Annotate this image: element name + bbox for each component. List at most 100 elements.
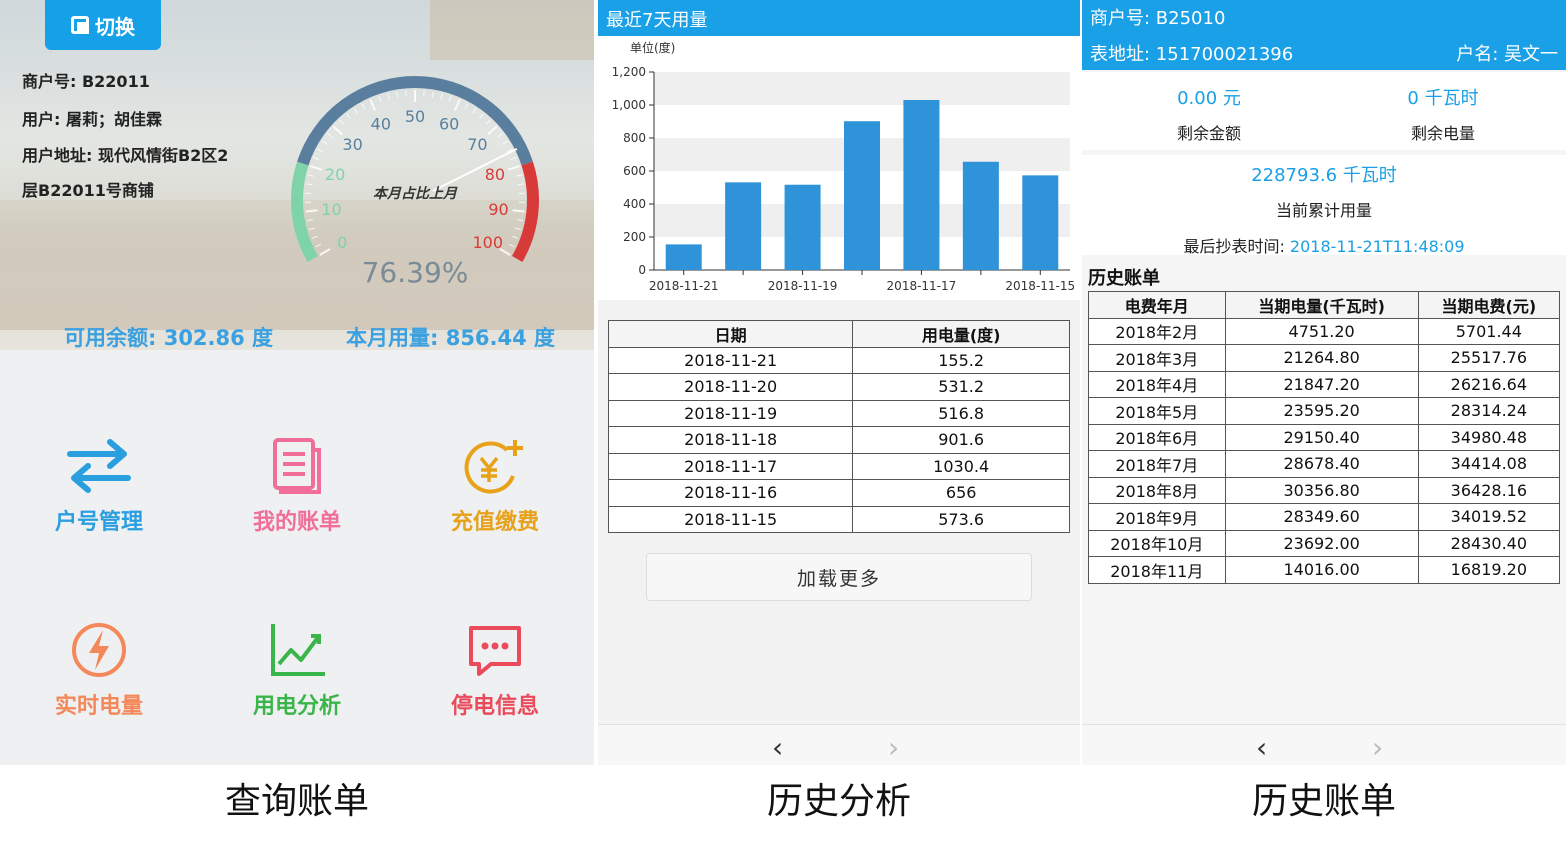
chart-container: 单位(度) 0 200 400 600 800 1,000 1,200 2018-11-21… [598, 36, 1080, 300]
nav-forward-button[interactable]: › [888, 731, 899, 764]
table-row: 2018年10月 23692.00 28430.40 [1088, 529, 1561, 557]
gauge-tick [515, 227, 522, 231]
switch-account-button[interactable]: 切换 [45, 0, 161, 50]
y-tick-label: 600 [623, 164, 646, 178]
browser-nav-bar: ‹ › [1082, 724, 1566, 765]
nav-back-button[interactable]: ‹ [772, 731, 783, 764]
gauge-tick [317, 148, 324, 153]
gauge-tick-label: 40 [371, 114, 391, 133]
gauge-tick [517, 218, 524, 222]
gauge-tick [423, 90, 425, 97]
tile-recharge[interactable]: 充值缴费 [396, 436, 594, 536]
grid-band [654, 72, 1070, 105]
tile-account-manage-label: 户号管理 [54, 510, 143, 535]
gauge-tick [512, 235, 519, 239]
cell-fee: 34019.52 [1417, 503, 1561, 531]
cell-fee: 34980.48 [1417, 423, 1561, 451]
y-tick-label: 800 [623, 131, 646, 145]
table-row: 2018年9月 28349.60 34019.52 [1088, 503, 1561, 531]
cell-fee: 25517.76 [1417, 344, 1561, 372]
usage-gauge: 0 10 20 30 40 50 60 70 80 90 100 本月占比上月 76.39% [291, 76, 539, 289]
cell-month: 2018年8月 [1088, 476, 1226, 504]
balance-section: 0.00 元 剩余金额 0 千瓦时 剩余电量 [1082, 72, 1566, 150]
user-names: 用户: 屠莉；胡佳霖 [22, 110, 162, 129]
bar-2018-11-18 [844, 121, 880, 271]
gauge-tick [346, 113, 351, 119]
total-usage-label: 当前累计用量 [1275, 201, 1372, 220]
bar-2018-11-16 [962, 161, 999, 270]
gauge-tick [327, 133, 333, 138]
switch-icon [71, 16, 89, 34]
nav-forward-button[interactable]: › [1372, 731, 1383, 764]
bar-2018-11-19 [784, 184, 821, 270]
cell-usage: 155.2 [852, 346, 1070, 374]
line-chart-icon [271, 624, 325, 676]
gauge-tick-label: 50 [405, 107, 425, 126]
remaining-amount-value: 0.00 元 [1177, 88, 1241, 109]
remaining-power: 0 千瓦时 剩余电量 [1322, 84, 1564, 144]
tile-realtime-power[interactable]: 实时电量 [0, 620, 198, 720]
swap-arrows-icon [67, 439, 131, 493]
usage-bar-chart: 单位(度) 0 200 400 600 800 1,000 1,200 2018-11-21… [612, 40, 1076, 293]
load-more-button[interactable]: 加载更多 [646, 553, 1032, 601]
table-row: 2018-11-17 1030.4 [607, 452, 1070, 480]
cell-month: 2018年4月 [1088, 370, 1226, 398]
x-tick-label: 2018-11-17 [887, 279, 957, 293]
total-usage-value: 228793.6 千瓦时 [1251, 165, 1397, 186]
tile-usage-analysis[interactable]: 用电分析 [198, 620, 396, 720]
gauge-tick [315, 243, 322, 248]
cell-power: 14016.00 [1224, 556, 1419, 584]
y-tick-label: 1,000 [612, 98, 646, 112]
gauge-tick [453, 99, 461, 111]
cell-power: 23595.20 [1224, 397, 1419, 425]
cell-power: 30356.80 [1224, 476, 1419, 504]
table-row: 2018年3月 21264.80 25517.76 [1088, 344, 1561, 372]
gauge-tick [464, 103, 469, 110]
tile-outage-info[interactable]: 停电信息 [396, 620, 594, 720]
cell-month: 2018年9月 [1088, 503, 1226, 531]
gauge-tick [313, 156, 320, 161]
gauge-tick [310, 165, 323, 171]
tile-account-manage[interactable]: 户号管理 [0, 436, 198, 536]
table-row: 2018年2月 4751.20 5701.44 [1088, 317, 1561, 345]
history-title: 历史账单 [1088, 268, 1160, 289]
gauge-tick [440, 93, 443, 100]
gauge-tick [353, 108, 358, 114]
history-bill-table: 电费年月 当期电量(千瓦时) 当期电费(元) 2018年2月 4751.20 570… [1088, 291, 1561, 584]
cell-power: 29150.40 [1224, 423, 1419, 451]
user-address-line2: 层B22011号商铺 [22, 181, 154, 200]
gauge-tick-label: 90 [488, 200, 508, 219]
gauge-tick [387, 93, 390, 100]
caption-history-analysis: 历史分析 [766, 781, 911, 822]
page-title: 最近7天用量 [598, 0, 1080, 36]
tile-usage-analysis-label: 用电分析 [252, 694, 341, 719]
col-period-fee: 当期电费(元) [1417, 291, 1561, 319]
cell-fee: 5701.44 [1417, 317, 1561, 345]
gauge-tick [517, 183, 524, 186]
tile-outage-info-label: 停电信息 [450, 694, 539, 719]
cell-month: 2018年11月 [1088, 556, 1226, 584]
total-usage-section: 228793.6 千瓦时 当前累计用量 最后抄表时间: 2018-11-21T1… [1082, 155, 1566, 256]
bar-2018-11-20 [725, 182, 762, 270]
x-tick-label: 2018-11-19 [768, 279, 838, 293]
gauge-tick [311, 235, 318, 239]
gauge-tick-label: 10 [321, 200, 341, 219]
daily-usage-table: 日期 用电量(度) 2018-11-21 155.2 2018-11-20 531.… [607, 320, 1070, 533]
gauge-tick [497, 133, 503, 138]
nav-back-button[interactable]: ‹ [1256, 731, 1267, 764]
cell-fee: 36428.16 [1417, 476, 1561, 504]
cell-usage: 531.2 [852, 373, 1070, 401]
tile-my-bill-label: 我的账单 [252, 510, 341, 535]
cell-power: 21847.20 [1224, 370, 1419, 398]
gauge-tick [479, 113, 484, 119]
col-period-power: 当期电量(千瓦时) [1224, 291, 1419, 319]
tile-my-bill[interactable]: 我的账单 [198, 436, 396, 536]
lightning-circle-icon [72, 623, 126, 677]
gauge-tick [487, 125, 498, 136]
remaining-amount: 0.00 元 剩余金额 [1088, 84, 1330, 144]
gauge-tick [485, 119, 491, 125]
gauge-tick [502, 140, 509, 145]
caption-history-bill: 历史账单 [1251, 781, 1396, 822]
cell-month: 2018年6月 [1088, 423, 1226, 451]
table-row: 2018年4月 21847.20 26216.64 [1088, 370, 1561, 398]
